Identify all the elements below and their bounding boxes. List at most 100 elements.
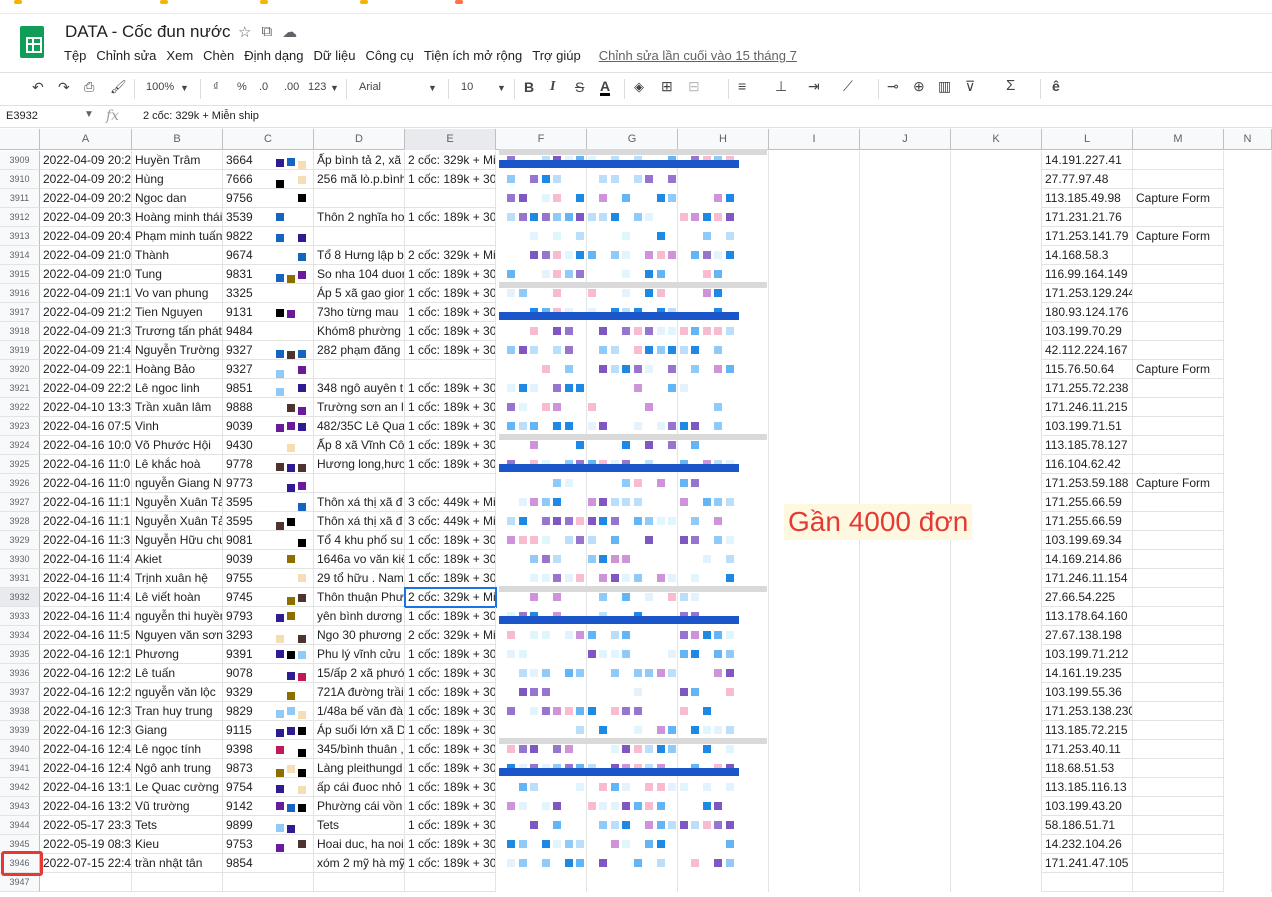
align-left-icon[interactable]: ≡ [738, 78, 746, 94]
cell-e[interactable]: 1 cốc: 189k + 30 [405, 455, 496, 474]
cell-e[interactable]: 2 cốc: 329k + Mi [405, 246, 496, 265]
cell-c[interactable]: 9430 [223, 436, 314, 455]
cell-d[interactable]: 348 ngô auyên t [314, 379, 405, 398]
row-header[interactable]: 3925 [0, 455, 40, 474]
cell-e[interactable] [405, 873, 496, 892]
cell-m[interactable] [1133, 683, 1224, 702]
cell-m[interactable] [1133, 170, 1224, 189]
cell-a[interactable]: 2022-04-16 11:1 [40, 512, 132, 531]
zoom-select[interactable]: 100% [146, 81, 174, 93]
cell-m[interactable] [1133, 816, 1224, 835]
cell-a[interactable]: 2022-04-09 21:1 [40, 284, 132, 303]
cell-a[interactable]: 2022-04-16 12:3 [40, 702, 132, 721]
cell-c[interactable]: 9329 [223, 683, 314, 702]
column-header-g[interactable]: G [587, 129, 678, 150]
cell-d[interactable] [314, 474, 405, 493]
cell-m[interactable] [1133, 759, 1224, 778]
cell-b[interactable]: Phương [132, 645, 223, 664]
cell-a[interactable]: 2022-04-16 10:0 [40, 436, 132, 455]
cell-a[interactable]: 2022-04-16 11:4 [40, 569, 132, 588]
cell-m[interactable] [1133, 417, 1224, 436]
cell-a[interactable]: 2022-04-16 12:4 [40, 740, 132, 759]
cell-c[interactable]: 3325 [223, 284, 314, 303]
font-size-select[interactable]: 10 [461, 81, 473, 93]
cell-l[interactable]: 180.93.124.176 [1042, 303, 1133, 322]
cell-m[interactable] [1133, 341, 1224, 360]
cell-d[interactable] [314, 360, 405, 379]
borders-icon[interactable]: ⊞ [661, 78, 673, 95]
cell-l[interactable]: 171.253.141.79 [1042, 227, 1133, 246]
cell-e[interactable]: 1 cốc: 189k + 30 [405, 816, 496, 835]
cell-e[interactable]: 1 cốc: 189k + 30 [405, 740, 496, 759]
cell-b[interactable]: Tien Nguyen [132, 303, 223, 322]
cell-a[interactable]: 2022-04-16 13:1 [40, 778, 132, 797]
menu-tools[interactable]: Công cụ [365, 48, 413, 63]
cell-b[interactable]: Lê viết hoàn [132, 588, 223, 607]
cell-b[interactable]: Nguyễn Hữu chu [132, 531, 223, 550]
cell-d[interactable]: 256 mã lò.p.bình [314, 170, 405, 189]
cell-l[interactable]: 171.246.11.215 [1042, 398, 1133, 417]
cell-b[interactable] [132, 873, 223, 892]
cell-m[interactable] [1133, 626, 1224, 645]
cell-a[interactable]: 2022-04-09 20:2 [40, 170, 132, 189]
cell-b[interactable]: Võ Phước Hội [132, 436, 223, 455]
column-header-d[interactable]: D [314, 129, 405, 150]
cell-e[interactable]: 1 cốc: 189k + 30 [405, 265, 496, 284]
cell-e[interactable]: 2 cốc: 329k + Mi [405, 626, 496, 645]
cell-l[interactable]: 113.185.72.215 [1042, 721, 1133, 740]
column-header-k[interactable]: K [951, 129, 1042, 150]
cell-l[interactable]: 118.68.51.53 [1042, 759, 1133, 778]
row-header[interactable]: 3931 [0, 569, 40, 588]
cell-m[interactable] [1133, 569, 1224, 588]
insert-chart-icon[interactable]: ▥ [938, 78, 951, 95]
cell-a[interactable]: 2022-04-09 21:0 [40, 246, 132, 265]
cell-l[interactable]: 171.253.40.11 [1042, 740, 1133, 759]
cell-a[interactable]: 2022-05-19 08:3 [40, 835, 132, 854]
cell-e[interactable]: 3 cốc: 449k + Mi [405, 493, 496, 512]
row-header[interactable]: 3920 [0, 360, 40, 379]
row-header[interactable]: 3935 [0, 645, 40, 664]
cell-e[interactable]: 1 cốc: 189k + 30 [405, 702, 496, 721]
cell-b[interactable]: Akiet [132, 550, 223, 569]
cell-b[interactable]: Hoàng Bảo [132, 360, 223, 379]
cell-l[interactable]: 113.185.49.98 [1042, 189, 1133, 208]
cell-d[interactable]: 721A đường trầi [314, 683, 405, 702]
cell-l[interactable]: 103.199.69.34 [1042, 531, 1133, 550]
cell-m[interactable]: Capture Form [1133, 227, 1224, 246]
cell-e[interactable] [405, 227, 496, 246]
row-header[interactable]: 3928 [0, 512, 40, 531]
cell-d[interactable]: Thôn xá thị xã đ [314, 493, 405, 512]
cell-m[interactable] [1133, 797, 1224, 816]
cell-b[interactable]: Giang [132, 721, 223, 740]
column-header-e[interactable]: E [405, 129, 496, 150]
cell-b[interactable]: Nguyen văn sơn [132, 626, 223, 645]
filter-icon[interactable]: ⊽ [965, 78, 975, 95]
cell-l[interactable]: 113.185.116.13 [1042, 778, 1133, 797]
cell-m[interactable] [1133, 493, 1224, 512]
menu-help[interactable]: Trợ giúp [532, 48, 581, 63]
cell-b[interactable]: Nguyễn Trường [132, 341, 223, 360]
cell-m[interactable] [1133, 854, 1224, 873]
cell-a[interactable]: 2022-04-09 21:3 [40, 322, 132, 341]
cell-m[interactable] [1133, 303, 1224, 322]
cell-l[interactable]: 116.104.62.42 [1042, 455, 1133, 474]
cell-b[interactable]: Huyền Trâm [132, 151, 223, 170]
cell-e[interactable]: 1 cốc: 189k + 30 [405, 436, 496, 455]
cell-d[interactable]: Ấp bình tả 2, xã [314, 151, 405, 170]
cell-a[interactable] [40, 873, 132, 892]
cell-l[interactable]: 14.168.58.3 [1042, 246, 1133, 265]
cell-d[interactable]: Làng pleithungd [314, 759, 405, 778]
cell-b[interactable]: Ngô anh trung [132, 759, 223, 778]
cell-b[interactable]: Tran huy trung [132, 702, 223, 721]
cell-c[interactable]: 9039 [223, 550, 314, 569]
cell-b[interactable]: Ngoc dan [132, 189, 223, 208]
cell-l[interactable]: 42.112.224.167 [1042, 341, 1133, 360]
cell-l[interactable] [1042, 873, 1133, 892]
cell-b[interactable]: Vo van phung [132, 284, 223, 303]
cell-d[interactable]: Áp suối lớn xã D [314, 721, 405, 740]
cell-m[interactable] [1133, 208, 1224, 227]
cell-b[interactable]: Kieu [132, 835, 223, 854]
row-header[interactable]: 3933 [0, 607, 40, 626]
cell-d[interactable]: Hoai duc, ha noi [314, 835, 405, 854]
cell-e[interactable] [405, 360, 496, 379]
